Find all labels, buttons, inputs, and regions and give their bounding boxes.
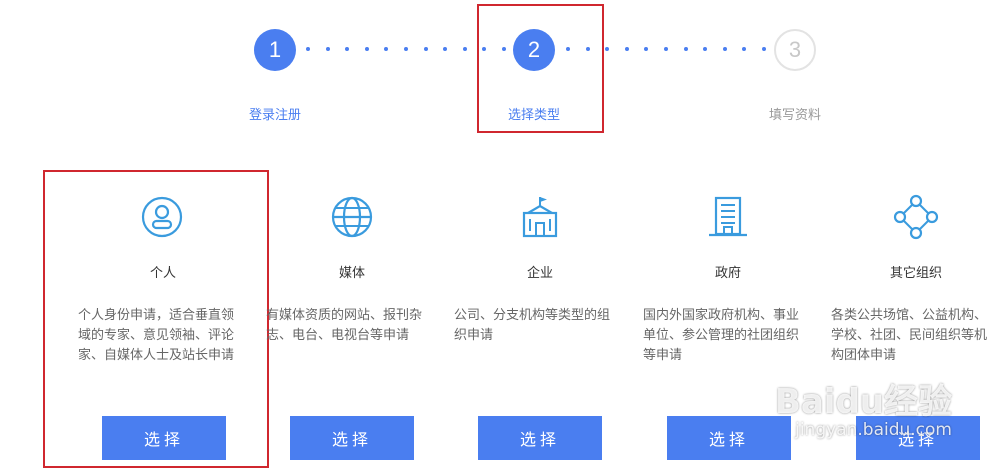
type-description: 有媒体资质的网站、报刊杂 志、电台、电视台等申请	[266, 308, 423, 343]
connector-dot	[404, 47, 408, 51]
connector-dot	[723, 47, 727, 51]
watermark-brand: Baidu经验	[774, 382, 952, 422]
type-description: 各类公共场馆、公益机构、 学校、社团、民间组织等机 构团体申请	[831, 308, 988, 363]
connector-dot	[345, 47, 349, 51]
type-title: 其它组织	[889, 266, 942, 281]
network-nodes-icon	[893, 194, 939, 240]
step-1-label: 登录注册	[248, 108, 301, 123]
globe-icon	[331, 196, 373, 238]
connector-dot	[664, 47, 668, 51]
connector-dot	[644, 47, 648, 51]
watermark: Baidu经验 jingyan.baidu.com	[775, 384, 952, 440]
select-button-personal[interactable]: 选择	[102, 416, 226, 460]
connector-dot	[742, 47, 746, 51]
enterprise-building-icon	[522, 197, 558, 238]
connector-dot	[463, 47, 467, 51]
type-description: 国内外国家政府机构、事业 单位、参公管理的社团组织 等申请	[643, 308, 800, 363]
connector-dot	[605, 47, 609, 51]
type-description: 公司、分支机构等类型的组 织申请	[454, 308, 611, 343]
select-button-enterprise[interactable]: 选择	[478, 416, 602, 460]
type-title: 企业	[526, 266, 553, 281]
select-button-government[interactable]: 选择	[667, 416, 791, 460]
connector-dot	[424, 47, 428, 51]
connector-dot	[684, 47, 688, 51]
connector-dot	[365, 47, 369, 51]
type-description: 个人身份申请，适合垂直领 域的专家、意见领袖、评论 家、自媒体人士及站长申请	[78, 308, 235, 363]
user-circle-icon	[141, 196, 183, 238]
type-title: 媒体	[338, 266, 365, 281]
step-3-label: 填写资料	[768, 108, 821, 123]
connector-dot	[625, 47, 629, 51]
select-button-media[interactable]: 选择	[290, 416, 414, 460]
step-1-circle: 1	[254, 29, 296, 71]
connector-dot	[326, 47, 330, 51]
step-connector-1	[306, 46, 506, 52]
type-title: 政府	[714, 266, 741, 281]
highlight-box-step	[477, 4, 604, 133]
step-3-circle: 3	[774, 29, 816, 71]
connector-dot	[384, 47, 388, 51]
watermark-url: jingyan.baidu.com	[795, 420, 952, 440]
connector-dot	[443, 47, 447, 51]
connector-dot	[703, 47, 707, 51]
connector-dot	[762, 47, 766, 51]
government-building-icon	[709, 196, 747, 237]
type-title: 个人	[149, 266, 176, 281]
connector-dot	[306, 47, 310, 51]
